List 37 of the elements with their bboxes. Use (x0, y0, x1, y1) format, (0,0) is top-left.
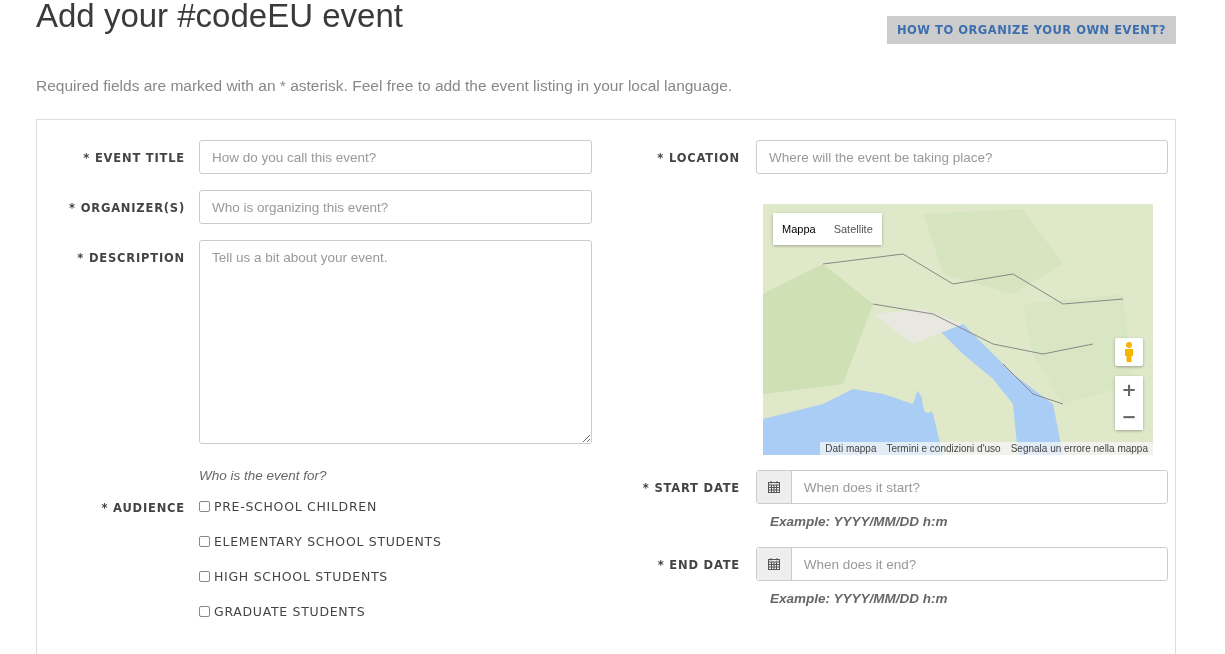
checkbox-label: GRADUATE STUDENTS (214, 603, 366, 619)
input-field[interactable]: Who is organizing this event? (199, 190, 592, 224)
input-field[interactable]: How do you call this event? (199, 140, 592, 174)
field-label: * START DATE (642, 480, 740, 497)
page-title: Add your #codeEU event (36, 0, 403, 36)
field-label: * EVENT TITLE (83, 150, 185, 167)
checkbox-label: ELEMENTARY SCHOOL STUDENTS (214, 533, 442, 549)
field-label: * LOCATION (657, 150, 740, 167)
zoom-out-button[interactable]: − (1115, 403, 1143, 430)
calendar-icon (767, 558, 780, 570)
checkbox[interactable] (199, 570, 210, 582)
date-field[interactable]: When does it end? (756, 547, 1168, 581)
field-label: * AUDIENCE (101, 500, 185, 517)
audience-hint: Who is the event for? (199, 468, 328, 483)
field-label: * DESCRIPTION (77, 250, 185, 267)
map-type-tab[interactable]: Satellite (824, 213, 882, 245)
date-format-hint: Example: YYYY/MM/DD h:m (770, 514, 949, 529)
checkbox[interactable] (199, 535, 210, 547)
description-field[interactable]: Tell us a bit about your event. (199, 240, 592, 444)
date-field[interactable]: When does it start? (756, 470, 1168, 504)
checkbox[interactable] (199, 500, 210, 512)
map-footer-link[interactable]: Termini e condizioni d'uso (881, 442, 1006, 455)
zoom-in-button[interactable]: + (1115, 376, 1143, 403)
intro-text: Required fields are marked with an * asterisk. Feel free to add the event listing in your local language. (36, 77, 734, 96)
checkbox-label: PRE-SCHOOL CHILDREN (214, 498, 377, 514)
calendar-icon (767, 481, 780, 493)
map-footer-link[interactable]: Segnala un errore nella mappa (1005, 442, 1153, 455)
map-footer-link[interactable]: Dati mappa (820, 442, 882, 455)
map-type-tab[interactable]: Mappa (773, 213, 825, 245)
checkbox[interactable] (199, 605, 210, 617)
checkbox-label: HIGH SCHOOL STUDENTS (214, 568, 388, 584)
date-format-hint: Example: YYYY/MM/DD h:m (770, 591, 949, 606)
person-icon (1124, 342, 1134, 362)
field-label: * END DATE (657, 557, 740, 574)
street-view-button[interactable] (1115, 338, 1143, 366)
field-label: * ORGANIZER(S) (69, 200, 185, 217)
location-field[interactable]: Where will the event be taking place? (756, 140, 1168, 174)
